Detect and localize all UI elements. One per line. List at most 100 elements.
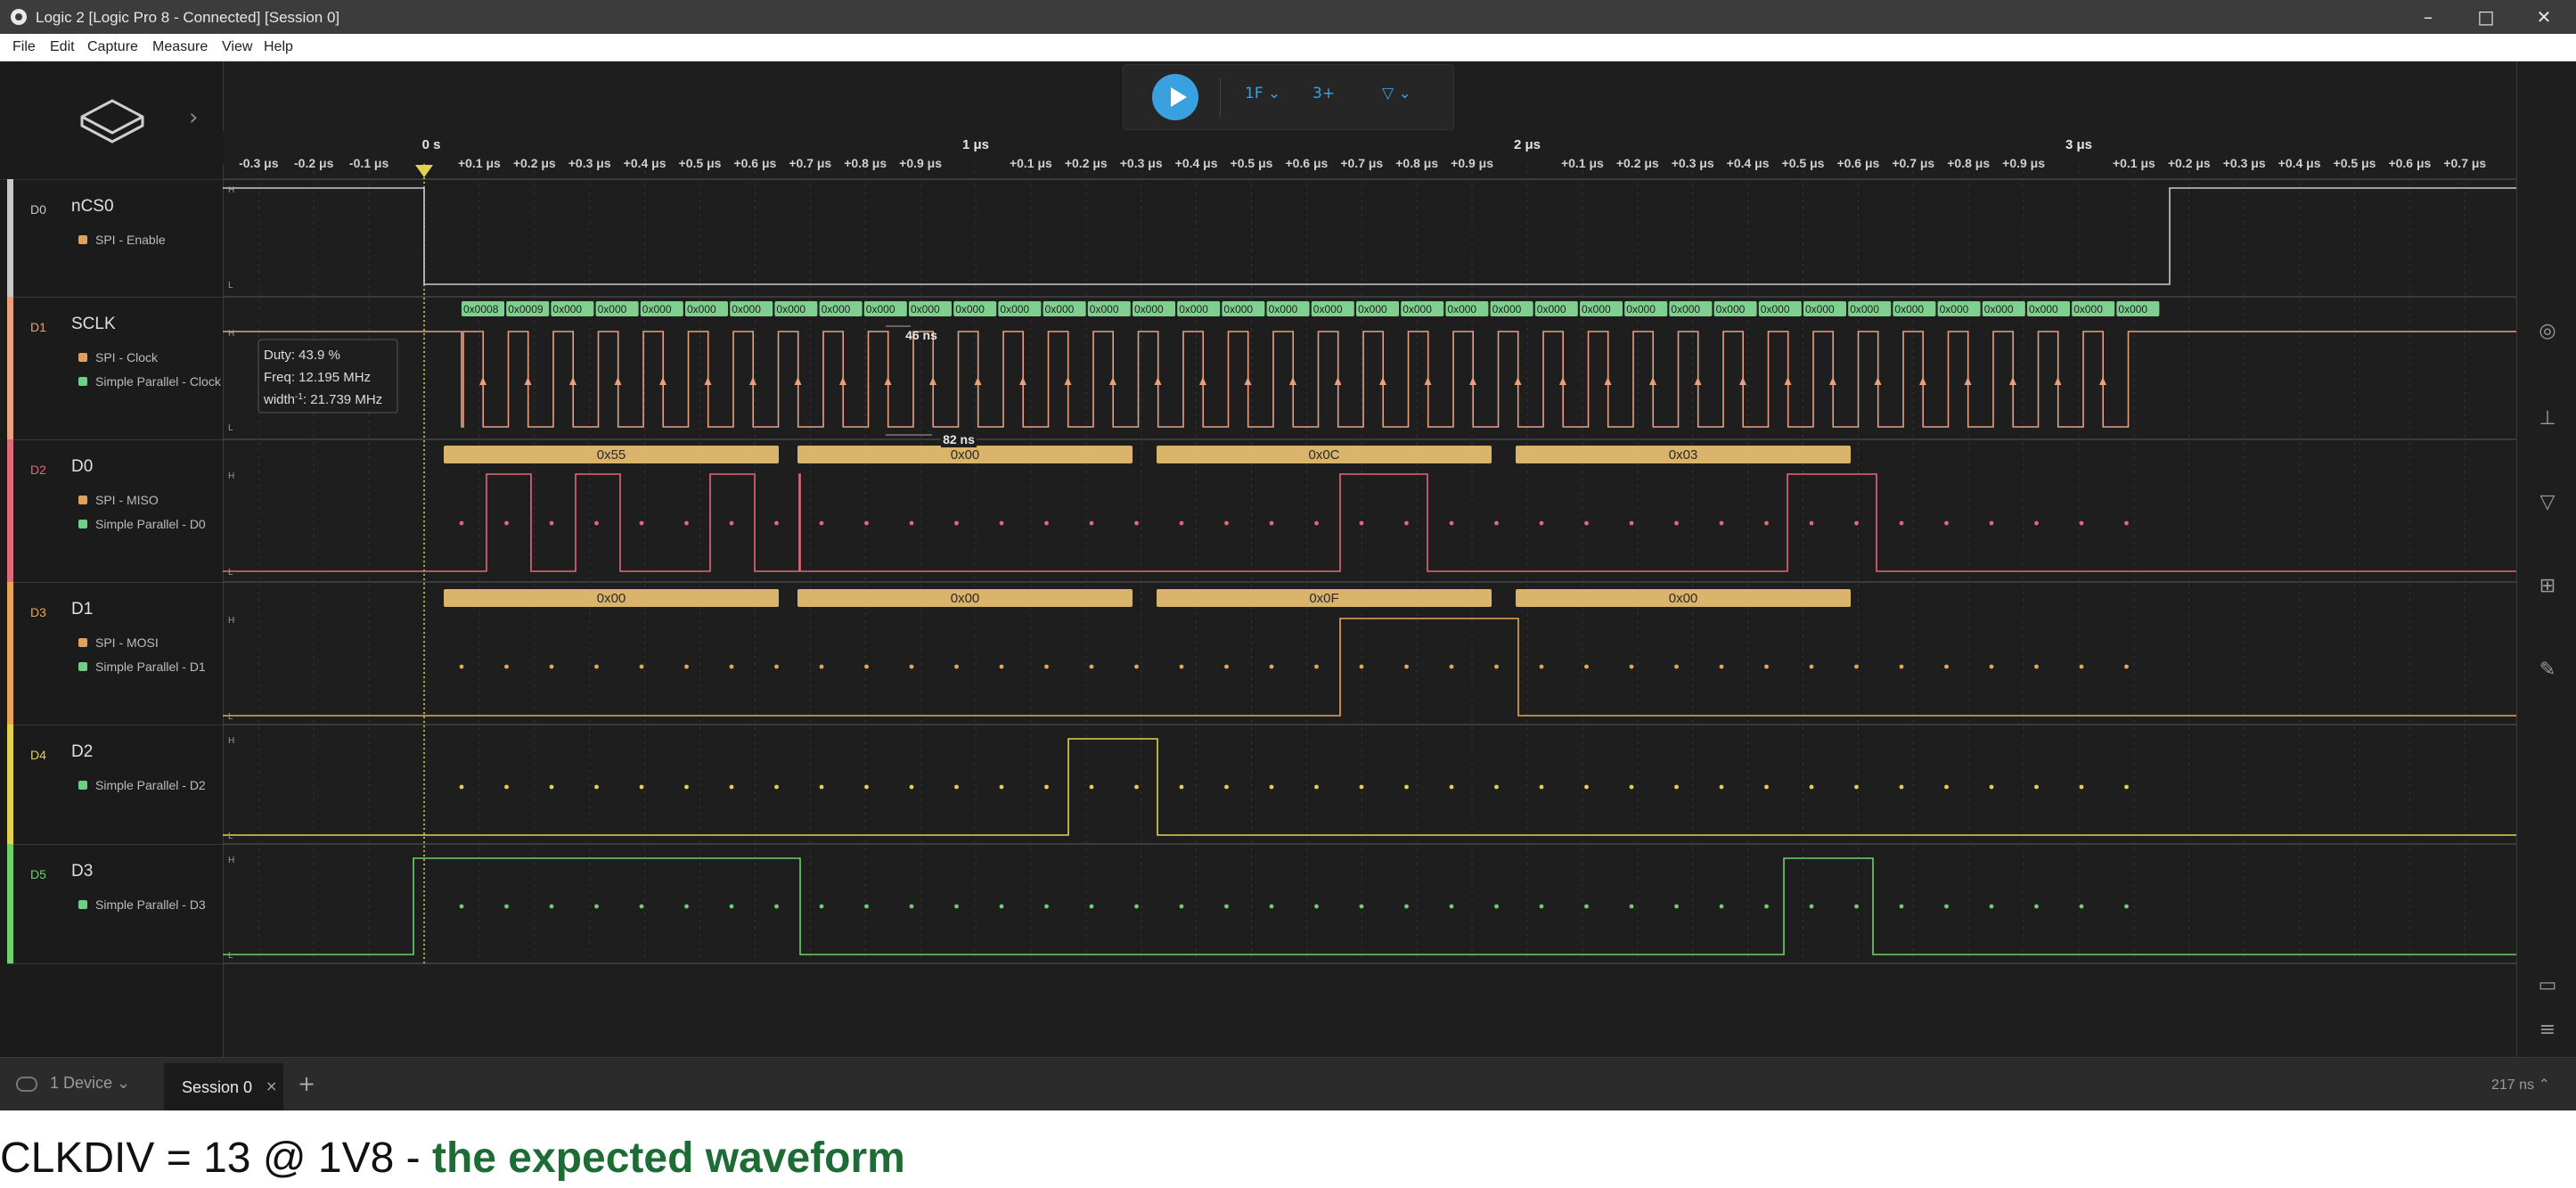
analyzer-tag: Simple Parallel - D1 [78, 660, 206, 674]
analyzer-tag: SPI - MISO [78, 493, 159, 507]
sample-dot [1584, 520, 1589, 526]
timescale-status[interactable]: 217 ns ⌃ [2491, 1076, 2550, 1094]
level-low-label: L [228, 568, 233, 578]
parallel-value-label: 0x000 [1492, 303, 1522, 315]
sample-dot [1269, 520, 1274, 526]
sample-dot [1899, 520, 1904, 526]
sample-dot [1674, 520, 1679, 526]
channel-row-d1[interactable]: D1 SCLK SPI - Clock Simple Parallel - Cl… [7, 297, 223, 440]
channel-color-stripe [7, 844, 13, 963]
channel-name[interactable]: D1 [71, 600, 93, 619]
minor-tick-label: +0.8 μs [1947, 156, 1990, 170]
clock-edge-arrow [1919, 377, 1926, 385]
sample-dot [1494, 520, 1499, 526]
trigger-settings-icon[interactable]: 1F ⌄ [1245, 85, 1280, 111]
sample-dot [1674, 664, 1679, 669]
channel-name[interactable]: nCS0 [71, 197, 114, 217]
sample-dot [1179, 904, 1184, 909]
toolbar-divider [1220, 78, 1221, 117]
caption-text: CLKDIV = 13 @ 1V8 - [0, 1135, 432, 1182]
channel-row-d0[interactable]: D0 nCS0 SPI - Enable [7, 179, 223, 298]
markers-panel-icon[interactable]: ▽ [2530, 491, 2565, 518]
level-low-label: L [228, 951, 233, 961]
sample-dot [819, 784, 824, 790]
level-low-label: L [228, 712, 233, 722]
parallel-value-label: 0x000 [1537, 303, 1566, 315]
play-icon[interactable] [1152, 74, 1198, 120]
channel-name[interactable]: SCLK [71, 315, 116, 334]
clock-edge-arrow [1829, 377, 1836, 385]
minimize-button[interactable]: – [2401, 0, 2455, 34]
sample-dot [1719, 664, 1724, 669]
level-high-label: H [228, 736, 234, 746]
sample-dot [999, 664, 1004, 669]
sample-dot [2124, 520, 2129, 526]
maximize-button[interactable]: □ [2459, 0, 2513, 34]
menu-help[interactable]: Help [264, 39, 293, 55]
clock-edge-arrow [1784, 377, 1792, 385]
notes-panel-icon[interactable]: ✎ [2530, 659, 2565, 685]
channel-row-d5[interactable]: D5 D3 Simple Parallel - D3 [7, 844, 223, 964]
parallel-value-label: 0x000 [1045, 303, 1075, 315]
device-selector[interactable]: 1 Device ⌄ [16, 1074, 130, 1093]
width-readout: width-1: 21.739 MHz [263, 392, 382, 408]
sample-dot [1944, 664, 1949, 669]
sample-dot [549, 664, 554, 669]
channel-row-d2[interactable]: D2 D0 SPI - MISO Simple Parallel - D0 [7, 439, 223, 583]
session-tab[interactable]: Session 0 × [164, 1063, 283, 1110]
menu-edit[interactable]: Edit [50, 39, 75, 55]
session-tab-label: Session 0 [182, 1078, 253, 1096]
menu-view[interactable]: View [222, 39, 252, 55]
sample-dot [594, 784, 599, 790]
menu-measure[interactable]: Measure [152, 39, 208, 55]
mosi-byte-bubble-label: 0x00 [951, 591, 980, 606]
clock-edge-arrow [704, 377, 712, 385]
add-measurement-icon[interactable]: 3+ [1313, 85, 1335, 111]
level-high-label: H [228, 471, 234, 481]
minor-tick-label: +0.4 μs [1727, 156, 1770, 170]
trigger-panel-icon[interactable]: ◎ [2530, 320, 2565, 347]
channel-name[interactable]: D3 [71, 862, 93, 881]
close-tab-icon[interactable]: × [266, 1077, 277, 1094]
menu-capture[interactable]: Capture [87, 39, 138, 55]
waveform-area[interactable]: -0.3 μs -0.2 μs -0.1 μs +0.1 μs +0.2 μs +0.3 … [223, 61, 2516, 1057]
clock-edge-arrow [2099, 377, 2106, 385]
sample-dot [2034, 664, 2039, 669]
parallel-value-label: 0x000 [552, 303, 582, 315]
analyzers-panel-icon[interactable]: ⊞ [2530, 575, 2565, 602]
channel-id: D3 [30, 605, 46, 619]
comments-icon[interactable]: ▭ [2530, 974, 2565, 1001]
sample-dot [639, 664, 644, 669]
sample-dot [774, 520, 779, 526]
close-window-button[interactable]: ✕ [2517, 0, 2571, 34]
expand-panel-chevron-icon[interactable]: › [189, 104, 198, 131]
menu-file[interactable]: File [12, 39, 36, 55]
sample-dot [1044, 784, 1049, 790]
sample-dot [864, 784, 869, 790]
menu-lines-icon[interactable]: ≡ [2530, 1019, 2565, 1045]
sample-dot [504, 664, 509, 669]
channel-name[interactable]: D2 [71, 742, 93, 762]
sample-dot [909, 520, 914, 526]
sample-dot [909, 904, 914, 909]
sample-dot [459, 904, 464, 909]
parallel-value-label: 0x000 [1402, 303, 1432, 315]
sample-dot [459, 520, 464, 526]
sample-dot [549, 520, 554, 526]
channel-row-d3[interactable]: D3 D1 SPI - MOSI Simple Parallel - D1 [7, 582, 223, 725]
parallel-value-label: 0x000 [1671, 303, 1700, 315]
time-ruler[interactable]: -0.3 μs -0.2 μs -0.1 μs +0.1 μs +0.2 μs +0.3 … [223, 130, 2516, 963]
add-tab-icon[interactable]: + [298, 1071, 315, 1096]
sample-dot [1089, 520, 1094, 526]
channel-row-d4[interactable]: D4 D2 Simple Parallel - D2 [7, 725, 223, 845]
sample-dot [1809, 784, 1814, 790]
channel-name[interactable]: D0 [71, 457, 93, 477]
minor-tick-label: +0.9 μs [2002, 156, 2045, 170]
measurements-panel-icon[interactable]: ⊥ [2530, 407, 2565, 434]
major-tick-label: 0 s [422, 137, 441, 152]
miso-byte-bubble-label: 0x00 [951, 447, 980, 463]
analyzer-tag: Simple Parallel - D0 [78, 517, 206, 531]
sample-dot [1134, 904, 1139, 909]
trace-sclk [223, 331, 2516, 428]
marker-icon[interactable]: ▽ ⌄ [1382, 85, 1411, 111]
